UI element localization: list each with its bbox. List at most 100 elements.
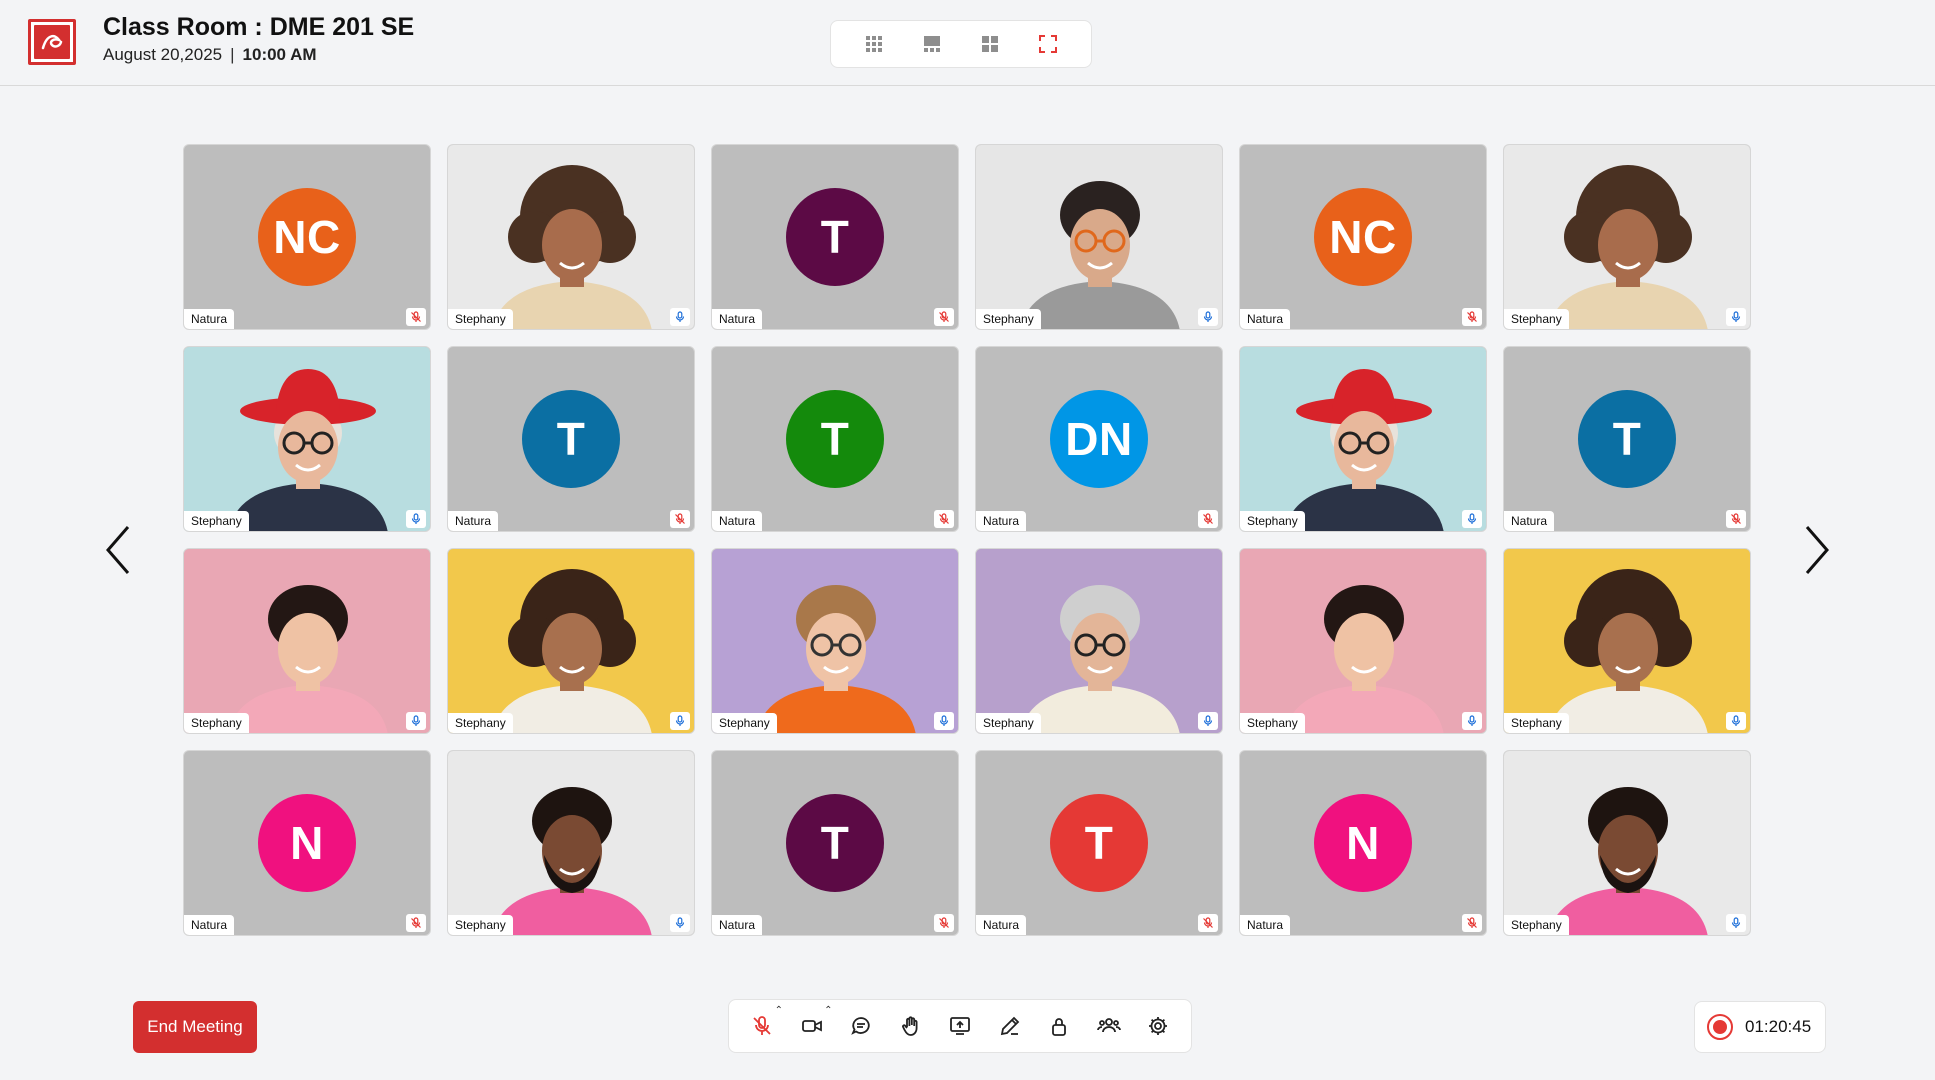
participant-tile[interactable]: DN Natura [975,346,1223,532]
raise-hand-icon[interactable] [894,1009,928,1043]
participant-name: Natura [184,309,235,329]
participant-video [712,549,958,733]
participant-name: Stephany [1240,511,1305,531]
participant-tile[interactable]: N Natura [183,750,431,936]
participant-video [448,751,694,935]
mic-muted-icon [406,308,426,326]
participant-tile[interactable]: Stephany [1503,548,1751,734]
next-page-arrow-icon[interactable] [1797,520,1837,580]
participant-tile[interactable]: T Natura [711,346,959,532]
participant-tile[interactable]: Stephany [975,548,1223,734]
participant-tile[interactable]: Stephany [447,750,695,936]
mic-muted-icon [934,510,954,528]
mic-muted-icon [934,914,954,932]
grid-spotlight-icon[interactable] [917,29,947,59]
initials-avatar: N [1314,794,1412,892]
mic-icon [1198,308,1218,326]
participant-name: Stephany [448,713,513,733]
initials-avatar: T [786,188,884,286]
participant-name: Natura [976,511,1027,531]
participant-video [1240,347,1486,531]
participant-tile[interactable]: N Natura [1239,750,1487,936]
participant-tile[interactable]: Stephany [711,548,959,734]
participant-video [1240,549,1486,733]
participant-tile[interactable]: T Natura [711,750,959,936]
initials-avatar: T [786,794,884,892]
layout-switcher [830,20,1092,68]
participant-video [1504,145,1750,329]
fullscreen-icon[interactable] [1033,29,1063,59]
mic-muted-icon [1726,510,1746,528]
chat-icon[interactable] [844,1009,878,1043]
mic-icon [670,914,690,932]
end-meeting-button[interactable]: End Meeting [133,1001,257,1053]
page-title: Class Room : DME 201 SE [103,13,415,41]
datetime-separator: | [230,45,235,64]
participant-grid: NC Natura Stephany T Natura Stephany NC Natur… [183,144,1751,936]
video-icon[interactable]: ⌃ [795,1005,833,1043]
mic-options-caret-icon[interactable]: ⌃ [775,1005,783,1016]
initials-avatar: DN [1050,390,1148,488]
participant-tile[interactable]: NC Natura [183,144,431,330]
participant-tile[interactable]: Stephany [1239,548,1487,734]
meeting-datetime: August 20,2025 | 10:00 AM [103,45,317,65]
initials-avatar: NC [1314,188,1412,286]
participant-name: Natura [712,309,763,329]
participant-tile[interactable]: Stephany [183,548,431,734]
participant-name: Natura [184,915,235,935]
participant-name: Stephany [448,309,513,329]
settings-icon[interactable] [1141,1009,1175,1043]
share-screen-icon[interactable] [943,1009,977,1043]
participant-tile[interactable]: Stephany [183,346,431,532]
annotate-icon[interactable] [993,1009,1027,1043]
participant-video [184,347,430,531]
participant-video [448,145,694,329]
participant-name: Stephany [976,309,1041,329]
participant-tile[interactable]: Stephany [975,144,1223,330]
participant-tile[interactable]: Stephany [447,144,695,330]
participant-tile[interactable]: T Natura [447,346,695,532]
mic-off-icon[interactable]: ⌃ [745,1005,783,1043]
participant-video [1504,549,1750,733]
grid-small-icon[interactable] [859,29,889,59]
record-icon [1707,1014,1733,1040]
participant-tile[interactable]: Stephany [1239,346,1487,532]
video-options-caret-icon[interactable]: ⌃ [824,1005,832,1016]
mic-icon [406,712,426,730]
initials-avatar: T [1578,390,1676,488]
mic-icon [1462,510,1482,528]
initials-avatar: N [258,794,356,892]
previous-page-arrow-icon[interactable] [98,520,138,580]
participants-icon[interactable] [1092,1009,1126,1043]
recording-indicator[interactable]: 01:20:45 [1694,1001,1826,1053]
participant-tile[interactable]: Stephany [447,548,695,734]
initials-avatar: T [786,390,884,488]
participant-tile[interactable]: Stephany [1503,750,1751,936]
participant-name: Natura [1240,915,1291,935]
participant-name: Stephany [448,915,513,935]
top-bar: Class Room : DME 201 SE August 20,2025 | 1… [0,0,1935,86]
participant-name: Natura [1240,309,1291,329]
participant-name: Natura [712,915,763,935]
participant-tile[interactable]: T Natura [711,144,959,330]
participant-tile[interactable]: T Natura [975,750,1223,936]
participant-name: Stephany [1504,915,1569,935]
participant-video [448,549,694,733]
participant-name: Natura [1504,511,1555,531]
participant-video [184,549,430,733]
mic-muted-icon [670,510,690,528]
participant-tile[interactable]: NC Natura [1239,144,1487,330]
participant-tile[interactable]: T Natura [1503,346,1751,532]
participant-video [1504,751,1750,935]
mic-muted-icon [1198,914,1218,932]
mic-icon [1198,712,1218,730]
mic-muted-icon [406,914,426,932]
mic-icon [934,712,954,730]
mic-icon [1726,308,1746,326]
initials-avatar: T [522,390,620,488]
participant-tile[interactable]: Stephany [1503,144,1751,330]
lock-icon[interactable] [1042,1009,1076,1043]
app-logo [28,19,76,65]
mic-icon [670,712,690,730]
grid-large-icon[interactable] [975,29,1005,59]
